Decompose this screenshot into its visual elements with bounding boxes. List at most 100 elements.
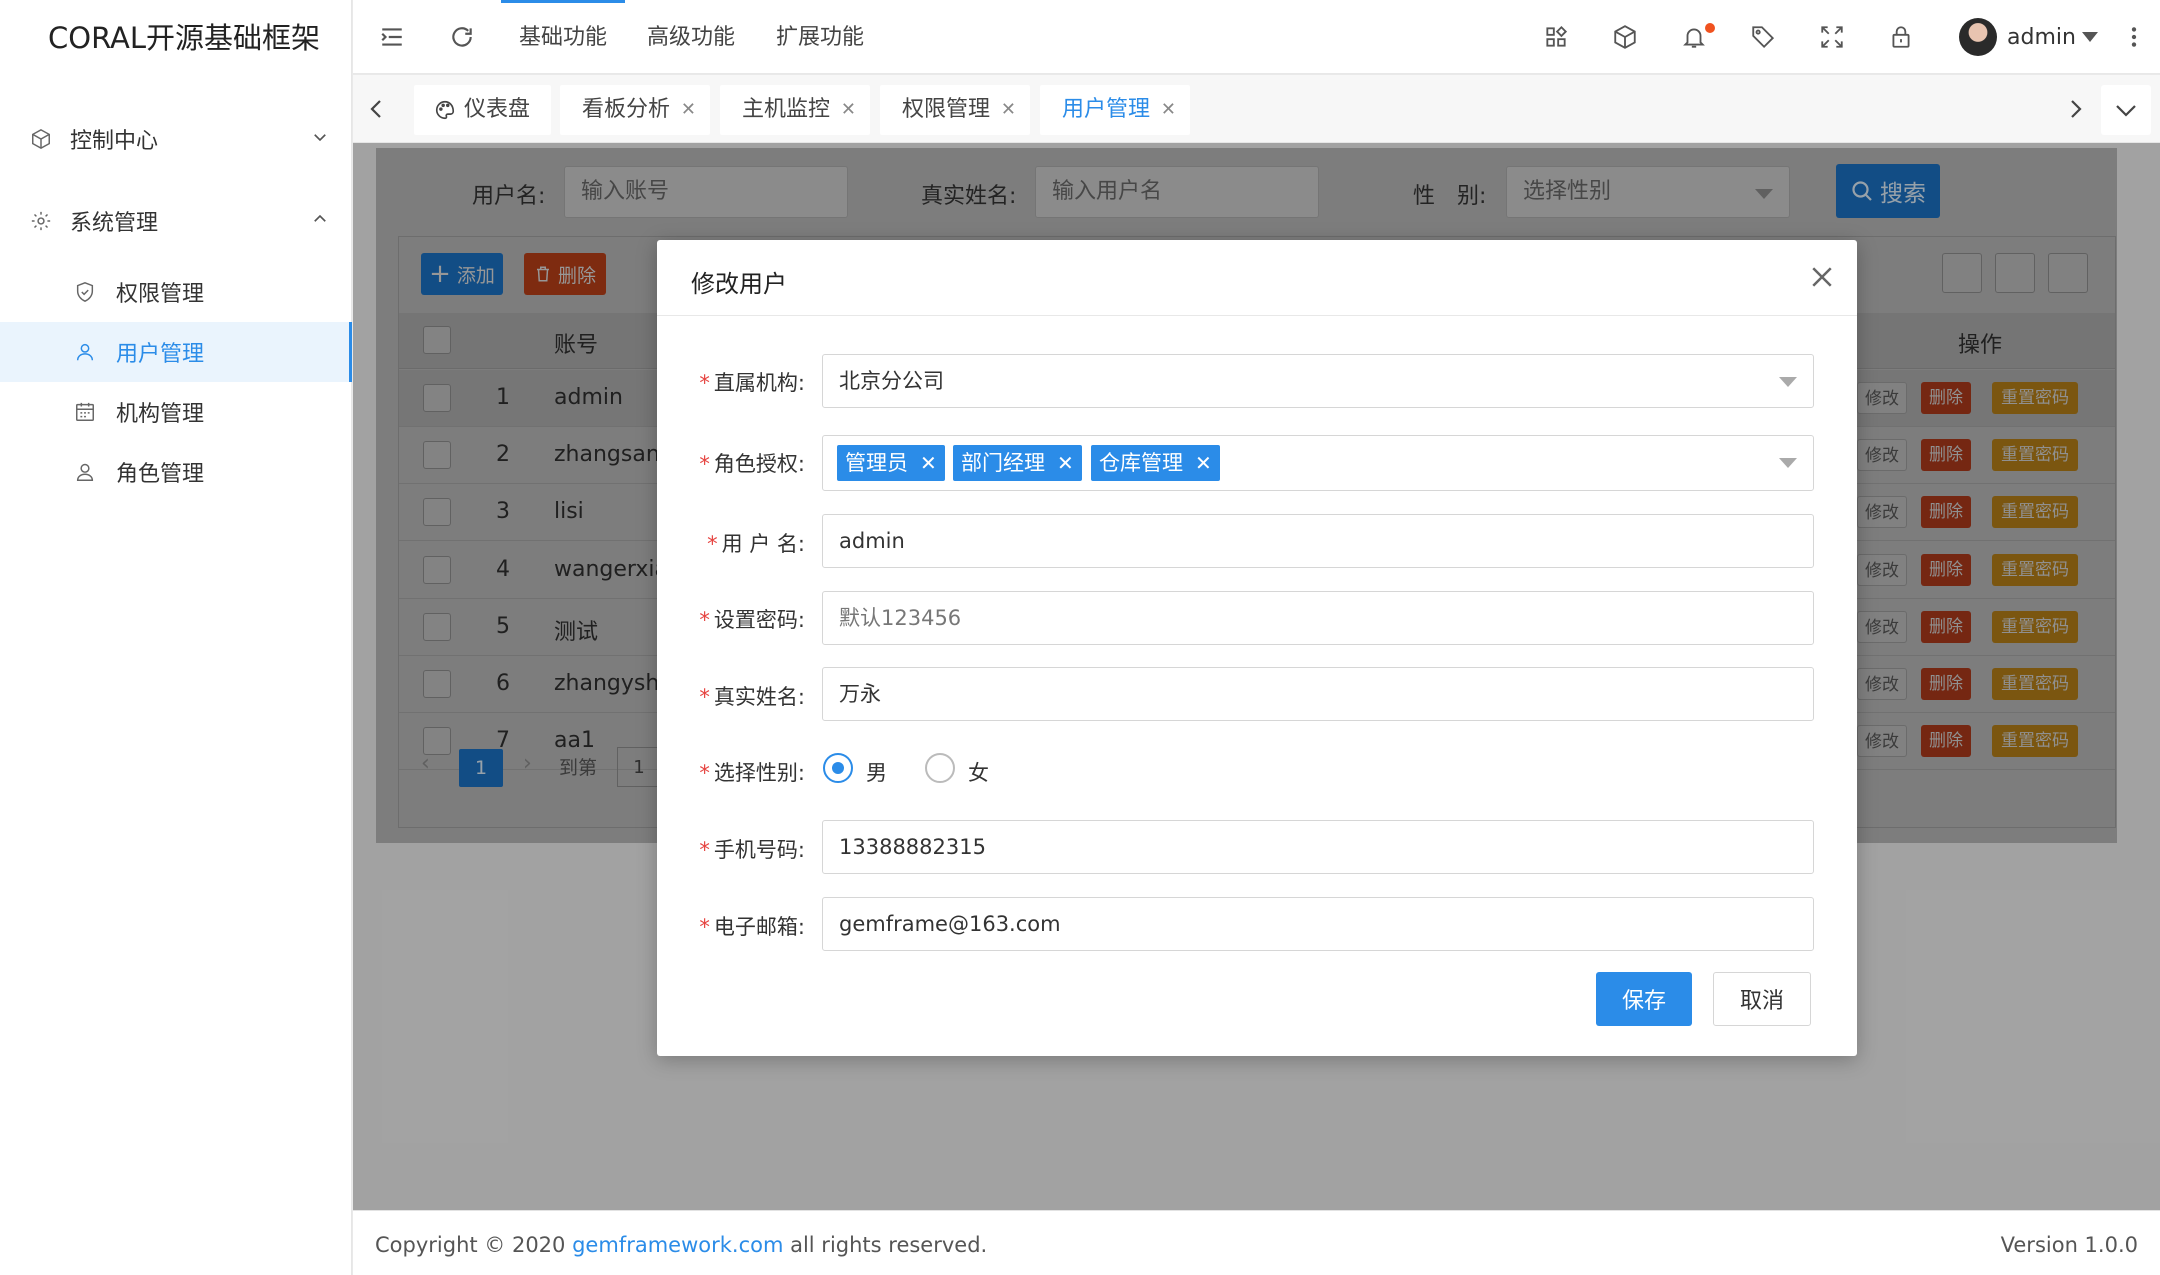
tab-label: 仪表盘 — [464, 97, 531, 122]
tag-icon[interactable] — [1750, 24, 1776, 50]
tabs-prev-icon[interactable] — [367, 97, 387, 121]
sidebar-item-label: 权限管理 — [116, 282, 205, 307]
calendar-icon — [76, 402, 94, 421]
tag-close-icon[interactable]: ✕ — [1195, 451, 1212, 475]
username-label: * 用 户 名: — [707, 532, 805, 556]
sidebar-item-label: 用户管理 — [116, 342, 205, 367]
tab-close-icon[interactable]: ✕ — [841, 85, 856, 135]
chevron-down-icon — [2116, 105, 2136, 117]
tab-close-icon[interactable]: ✕ — [1001, 85, 1016, 135]
apps-icon[interactable] — [1543, 24, 1569, 50]
realname-field[interactable]: 万永 — [822, 667, 1814, 721]
user-icon — [76, 343, 94, 361]
roles-label: * 角色授权: — [699, 452, 805, 476]
version-text: Version 1.0.0 — [2000, 1233, 2138, 1257]
caret-down-icon — [2081, 32, 2098, 42]
notification-dot — [1705, 23, 1715, 33]
bell-icon[interactable] — [1681, 24, 1707, 50]
close-icon[interactable] — [1807, 262, 1837, 292]
menu-fold-icon[interactable] — [379, 24, 405, 50]
tab-close-icon[interactable]: ✕ — [1161, 85, 1176, 135]
refresh-icon[interactable] — [449, 24, 475, 50]
app-brand: CORAL开源基础框架 — [48, 21, 321, 55]
lock-icon[interactable] — [1888, 24, 1914, 50]
dialog-title: 修改用户 — [691, 270, 787, 298]
user-menu[interactable]: admin — [1959, 18, 2098, 56]
gender-male-radio[interactable] — [823, 753, 853, 783]
org-value: 北京分公司 — [839, 369, 944, 393]
tab-label: 看板分析 — [582, 97, 671, 122]
tab-host-monitor[interactable]: 主机监控 ✕ — [720, 85, 870, 135]
top-nav-extension[interactable]: 扩展功能 — [776, 0, 864, 74]
sidebar-group-control-center[interactable]: 控制中心 — [0, 98, 351, 180]
cancel-button[interactable]: 取消 — [1713, 972, 1811, 1026]
sidebar-item-org[interactable]: 机构管理 — [0, 382, 351, 442]
phone-label-text: 手机号码: — [713, 838, 805, 862]
tabs-next-icon[interactable] — [2065, 97, 2085, 121]
realname-label-text: 真实姓名: — [713, 685, 805, 709]
sidebar-group-system[interactable]: 系统管理 — [0, 180, 351, 262]
role-tag: 部门经理 ✕ — [953, 445, 1082, 481]
person-icon — [76, 463, 94, 481]
cube-icon — [32, 128, 50, 150]
gender-label-text: 选择性别: — [713, 761, 805, 785]
sidebar-item-users[interactable]: 用户管理 — [0, 322, 352, 382]
shield-icon — [76, 282, 94, 302]
phone-field[interactable]: 13388882315 — [822, 820, 1814, 874]
email-label: * 电子邮箱: — [699, 915, 805, 939]
palette-icon — [436, 100, 455, 120]
save-button[interactable]: 保存 — [1596, 972, 1692, 1026]
top-nav-basic[interactable]: 基础功能 — [500, 0, 626, 74]
role-tag-label: 部门经理 — [961, 451, 1045, 475]
tab-users[interactable]: 用户管理 ✕ — [1040, 85, 1190, 135]
gender-female-radio[interactable] — [925, 753, 955, 783]
more-vertical-icon[interactable] — [2121, 24, 2147, 50]
email-field[interactable]: gemframe@163.com — [822, 897, 1814, 951]
sidebar-item-roles[interactable]: 角色管理 — [0, 442, 351, 502]
roles-multiselect[interactable]: 管理员 ✕ 部门经理 ✕ 仓库管理 ✕ — [822, 435, 1814, 491]
role-tag: 仓库管理 ✕ — [1091, 445, 1220, 481]
org-label-text: 直属机构: — [713, 371, 805, 395]
copyright-link[interactable]: gemframework.com — [572, 1233, 783, 1257]
edit-user-dialog: 修改用户 * 直属机构: 北京分公司 * 角色授权: 管理员 ✕ 部门经理 ✕ 仓库管理… — [657, 240, 1857, 1056]
phone-label: * 手机号码: — [699, 838, 805, 862]
sidebar-group-label: 系统管理 — [70, 211, 159, 236]
org-select[interactable]: 北京分公司 — [822, 354, 1814, 408]
tab-dashboard[interactable]: 仪表盘 — [414, 85, 551, 135]
gear-icon — [31, 211, 51, 231]
tab-label: 主机监控 — [742, 97, 831, 122]
gender-female-label[interactable]: 女 — [968, 757, 989, 787]
tab-permission[interactable]: 权限管理 ✕ — [880, 85, 1030, 135]
tag-close-icon[interactable]: ✕ — [1057, 451, 1074, 475]
realname-label: * 真实姓名: — [699, 685, 805, 709]
top-bar: 基础功能 高级功能 扩展功能 admin — [353, 0, 2160, 74]
roles-label-text: 角色授权: — [713, 452, 805, 476]
sidebar: CORAL开源基础框架 控制中心 系统管理 权限管理 用户管理 机构管理 角色管… — [0, 0, 352, 1275]
footer: Copyright © 2020 gemframework.com all ri… — [353, 1210, 2160, 1275]
copyright: Copyright © 2020 gemframework.com all ri… — [375, 1233, 987, 1257]
avatar — [1959, 18, 1997, 56]
tabs-menu-button[interactable] — [2101, 85, 2151, 135]
caret-down-icon — [1779, 377, 1797, 387]
user-name: admin — [2007, 24, 2076, 50]
role-tag-label: 管理员 — [845, 451, 908, 475]
role-tag: 管理员 ✕ — [837, 445, 945, 481]
tab-label: 权限管理 — [902, 97, 991, 122]
fullscreen-icon[interactable] — [1819, 24, 1845, 50]
tab-close-icon[interactable]: ✕ — [681, 85, 696, 135]
tabs-bar: 仪表盘 看板分析 ✕ 主机监控 ✕ 权限管理 ✕ 用户管理 ✕ — [353, 75, 2160, 143]
sidebar-item-label: 机构管理 — [116, 402, 205, 427]
box-icon[interactable] — [1612, 24, 1638, 50]
tab-kanban-analysis[interactable]: 看板分析 ✕ — [560, 85, 710, 135]
password-field[interactable]: 默认123456 — [822, 591, 1814, 645]
username-field[interactable]: admin — [822, 514, 1814, 568]
caret-down-icon — [1779, 458, 1797, 468]
email-label-text: 电子邮箱: — [713, 915, 805, 939]
sidebar-item-permission[interactable]: 权限管理 — [0, 262, 351, 322]
gender-label: * 选择性别: — [699, 761, 805, 785]
top-nav-advanced[interactable]: 高级功能 — [647, 0, 735, 74]
tag-close-icon[interactable]: ✕ — [920, 451, 937, 475]
org-label: * 直属机构: — [699, 371, 805, 395]
tab-label: 用户管理 — [1062, 97, 1151, 122]
gender-male-label[interactable]: 男 — [866, 757, 887, 787]
